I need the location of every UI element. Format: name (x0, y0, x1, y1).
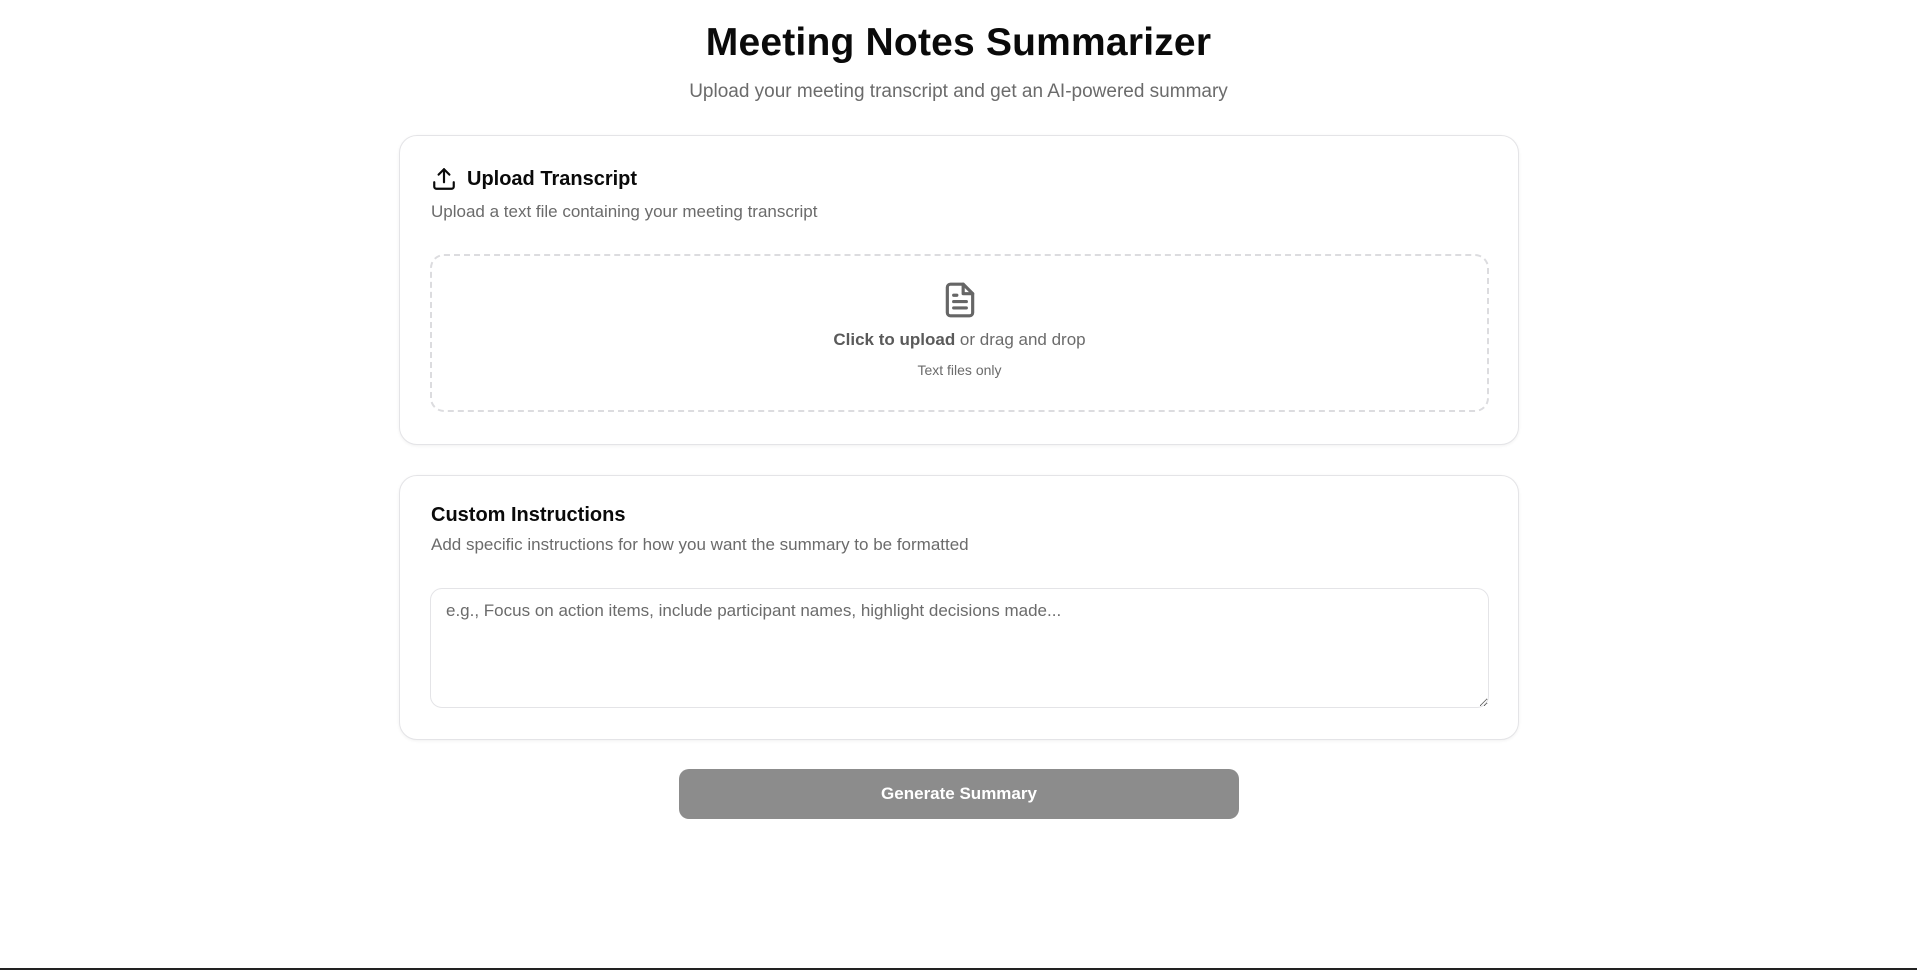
custom-instructions-card: Custom Instructions Add specific instruc… (399, 475, 1519, 740)
drag-and-drop-text: or drag and drop (955, 330, 1086, 349)
page: Meeting Notes Summarizer Upload your mee… (0, 0, 1917, 970)
click-to-upload-link[interactable]: Click to upload (833, 330, 955, 349)
upload-card-title: Upload Transcript (467, 167, 638, 190)
upload-icon (431, 166, 457, 192)
upload-card-header: Upload Transcript (431, 166, 637, 192)
file-dropzone[interactable]: Click to upload or drag and drop Text fi… (430, 254, 1489, 412)
instructions-card-description: Add specific instructions for how you wa… (431, 535, 969, 554)
page-header: Meeting Notes Summarizer Upload your mee… (0, 0, 1917, 104)
instructions-card-header: Custom Instructions (431, 504, 625, 527)
generate-summary-button[interactable]: Generate Summary (679, 769, 1239, 819)
dropzone-text: Click to upload or drag and drop (432, 330, 1487, 350)
page-title: Meeting Notes Summarizer (705, 21, 1212, 64)
dropzone-hint: Text files only (917, 362, 1002, 378)
page-subtitle: Upload your meeting transcript and get a… (689, 81, 1228, 102)
custom-instructions-textarea[interactable] (430, 588, 1489, 708)
upload-transcript-card: Upload Transcript Upload a text file con… (399, 135, 1519, 445)
instructions-card-title: Custom Instructions (431, 504, 626, 526)
file-text-icon (432, 280, 1487, 320)
upload-card-description: Upload a text file containing your meeti… (431, 202, 818, 221)
